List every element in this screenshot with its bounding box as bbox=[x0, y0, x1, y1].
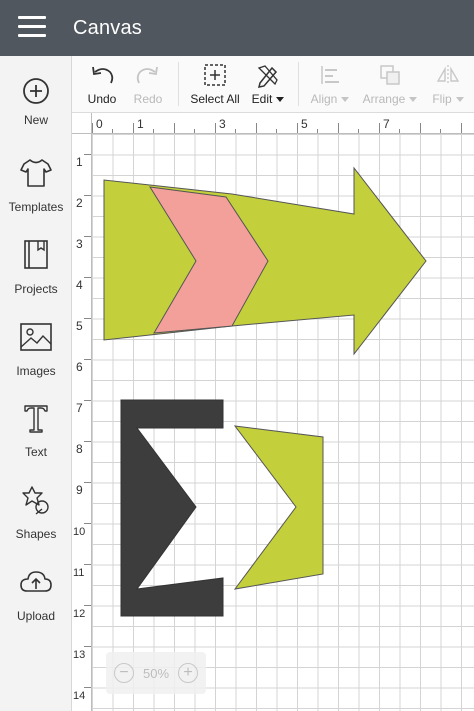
ruler-label: 4 bbox=[76, 278, 83, 292]
ruler-vertical-ticks: 1 2 3 4 5 6 7 8 9 10 11 12 13 14 bbox=[73, 154, 91, 702]
toolbar: Undo Redo Select All Edit Align Arrange … bbox=[72, 56, 474, 113]
ruler-label: 1 bbox=[76, 155, 83, 169]
ruler-label: 1 bbox=[137, 117, 144, 131]
text-t-icon bbox=[24, 405, 48, 433]
flip-label: Flip bbox=[426, 92, 470, 106]
arrange-label: Arrange bbox=[360, 92, 420, 106]
zoom-level: 50% bbox=[142, 666, 170, 681]
edit-tools-icon bbox=[257, 65, 278, 88]
app-title: Canvas bbox=[73, 17, 143, 39]
chevron-down-icon bbox=[276, 97, 285, 103]
sidebar-item-new[interactable]: New bbox=[0, 76, 72, 156]
ruler-label: 6 bbox=[76, 360, 83, 374]
redo-icon bbox=[136, 66, 158, 84]
undo-button[interactable]: Undo bbox=[80, 56, 124, 112]
select-all-label: Select All bbox=[190, 92, 240, 106]
select-all-button[interactable]: Select All bbox=[186, 56, 244, 112]
left-sidebar: New Templates Projects Images Text Shape… bbox=[0, 56, 72, 711]
ruler-label: 8 bbox=[76, 442, 83, 456]
flip-dropdown[interactable]: Flip bbox=[426, 56, 470, 112]
ruler-corner bbox=[72, 113, 92, 134]
ruler-label: 9 bbox=[76, 483, 83, 497]
chevron-down-icon bbox=[455, 97, 464, 103]
chevron-down-icon bbox=[341, 97, 350, 103]
arrange-icon bbox=[380, 65, 400, 85]
dark-sigma-shape[interactable] bbox=[120, 399, 224, 617]
chevron-down-icon bbox=[409, 97, 418, 103]
edit-dropdown[interactable]: Edit bbox=[248, 56, 288, 112]
sidebar-item-text[interactable]: Text bbox=[0, 401, 72, 481]
ruler-horizontal: 0 1 3 5 7 bbox=[92, 113, 474, 134]
ruler-label: 7 bbox=[383, 117, 390, 131]
ruler-horizontal-ticks: 0 1 3 5 7 bbox=[92, 117, 462, 133]
ruler-vertical: 1 2 3 4 5 6 7 8 9 10 11 12 13 14 bbox=[72, 134, 92, 711]
arrange-dropdown[interactable]: Arrange bbox=[360, 56, 420, 112]
edit-text: Edit bbox=[251, 92, 273, 106]
ruler-label: 14 bbox=[73, 690, 85, 702]
sidebar-item-upload[interactable]: Upload bbox=[0, 565, 72, 645]
plus-circle-icon bbox=[23, 78, 49, 104]
align-icon bbox=[321, 66, 339, 84]
sidebar-item-templates[interactable]: Templates bbox=[0, 156, 72, 236]
sidebar-item-label: Images bbox=[16, 364, 56, 378]
undo-icon bbox=[92, 66, 114, 84]
image-icon bbox=[20, 323, 52, 351]
ruler-label: 5 bbox=[76, 319, 83, 333]
design-shapes bbox=[103, 166, 427, 617]
align-label: Align bbox=[306, 92, 354, 106]
ruler-label: 7 bbox=[76, 401, 83, 415]
select-all-icon bbox=[204, 64, 226, 86]
zoom-control: − 50% + bbox=[106, 652, 206, 694]
ruler-label: 13 bbox=[73, 649, 85, 661]
sidebar-item-label: New bbox=[23, 113, 48, 127]
ruler-label: 11 bbox=[73, 567, 84, 579]
sidebar-item-label: Templates bbox=[8, 200, 64, 214]
sidebar-item-label: Shapes bbox=[15, 527, 57, 541]
ruler-label: 10 bbox=[73, 526, 85, 538]
top-bar: Canvas bbox=[0, 0, 474, 56]
redo-button[interactable]: Redo bbox=[126, 56, 170, 112]
sidebar-item-projects[interactable]: Projects bbox=[0, 238, 72, 318]
hamburger-menu-icon[interactable] bbox=[18, 16, 46, 38]
align-dropdown[interactable]: Align bbox=[306, 56, 354, 112]
cloud-upload-icon bbox=[20, 571, 52, 592]
redo-label: Redo bbox=[133, 92, 163, 106]
sidebar-item-label: Text bbox=[24, 445, 47, 459]
undo-label: Undo bbox=[87, 92, 117, 106]
ruler-label: 2 bbox=[76, 196, 83, 210]
zoom-out-button[interactable]: − bbox=[114, 663, 134, 683]
sidebar-item-label: Upload bbox=[16, 609, 56, 623]
ruler-label: 3 bbox=[219, 117, 226, 131]
flip-icon bbox=[436, 65, 460, 85]
zoom-in-button[interactable]: + bbox=[178, 663, 198, 683]
ruler-label: 12 bbox=[73, 608, 85, 620]
book-icon bbox=[24, 240, 48, 269]
flip-text: Flip bbox=[432, 92, 452, 106]
ruler-label: 0 bbox=[96, 117, 103, 131]
sidebar-item-images[interactable]: Images bbox=[0, 320, 72, 400]
design-canvas[interactable] bbox=[92, 134, 474, 711]
align-text: Align bbox=[310, 92, 338, 106]
sidebar-item-shapes[interactable]: Shapes bbox=[0, 483, 72, 563]
ruler-label: 3 bbox=[76, 237, 83, 251]
sidebar-item-label: Projects bbox=[14, 282, 58, 296]
edit-label: Edit bbox=[248, 92, 288, 106]
tshirt-icon bbox=[20, 159, 52, 187]
green-chevron-shape[interactable] bbox=[233, 425, 324, 590]
toolbar-divider bbox=[298, 62, 299, 106]
ruler-label: 5 bbox=[301, 117, 308, 131]
arrange-text: Arrange bbox=[362, 92, 406, 106]
toolbar-divider bbox=[178, 62, 179, 106]
shapes-icon bbox=[22, 486, 49, 515]
